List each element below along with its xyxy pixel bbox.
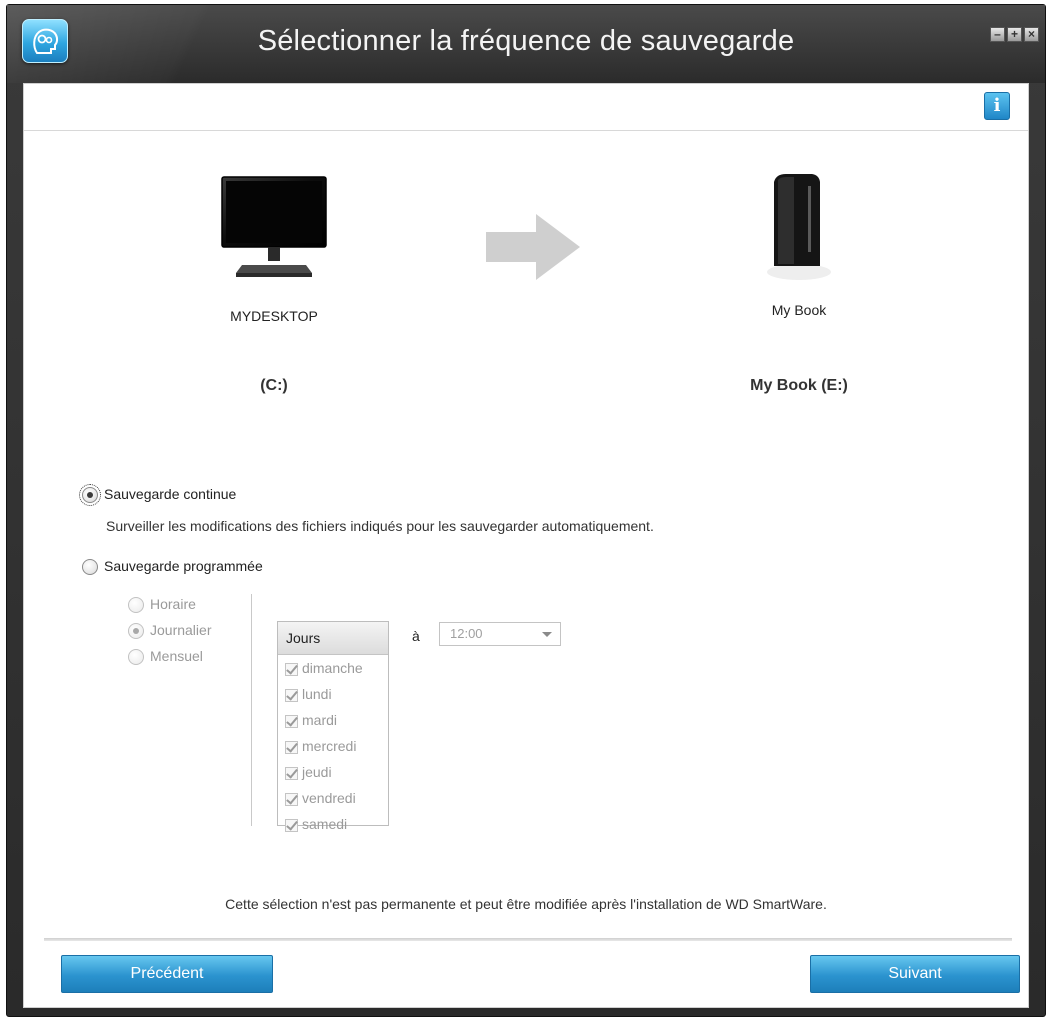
day-checkbox-friday[interactable]: vendredi bbox=[278, 785, 388, 811]
time-select[interactable]: 12:00 bbox=[439, 622, 561, 646]
checkbox-checked-icon[interactable] bbox=[285, 740, 298, 754]
footer-note: Cette sélection n'est pas permanente et … bbox=[225, 896, 827, 912]
frequency-daily-label: Journalier bbox=[150, 622, 212, 638]
checkbox-checked-icon[interactable] bbox=[285, 766, 298, 780]
frequency-monthly-radio[interactable] bbox=[128, 649, 144, 666]
days-list-header: Jours bbox=[278, 622, 388, 655]
time-select-value: 12:00 bbox=[450, 626, 483, 641]
window-title: Sélectionner la fréquence de sauvegarde bbox=[257, 25, 795, 57]
dialog-window: Sélectionner la fréquence de sauvegarde … bbox=[6, 4, 1046, 1017]
footer-divider bbox=[44, 938, 1012, 941]
destination-device-name: My Book bbox=[771, 302, 827, 318]
close-icon: × bbox=[1027, 27, 1035, 41]
checkbox-checked-icon[interactable] bbox=[285, 688, 298, 702]
continuous-backup-description: Surveiller les modifications des fichier… bbox=[106, 518, 654, 534]
scheduled-backup-radio[interactable] bbox=[82, 559, 98, 576]
content-panel: i MYDESKTOP (C:) My Book My Book (E:) Sa… bbox=[23, 83, 1029, 1008]
checkbox-checked-icon[interactable] bbox=[285, 792, 298, 806]
day-label: jeudi bbox=[302, 764, 332, 780]
day-label: samedi bbox=[302, 816, 348, 832]
scheduled-backup-label: Sauvegarde programmée bbox=[104, 558, 263, 574]
minimize-icon: – bbox=[994, 27, 1001, 41]
day-checkbox-thursday[interactable]: jeudi bbox=[278, 759, 388, 785]
source-drive-label: (C:) bbox=[260, 377, 288, 394]
day-checkbox-wednesday[interactable]: mercredi bbox=[278, 733, 388, 759]
days-list: Jours dimanche lundi mardi mercredi jeud… bbox=[277, 621, 389, 832]
next-button[interactable]: Suivant bbox=[810, 955, 1020, 993]
day-label: lundi bbox=[302, 686, 332, 702]
checkbox-checked-icon[interactable] bbox=[285, 818, 298, 832]
external-drive-icon bbox=[764, 172, 834, 287]
maximize-icon: + bbox=[1010, 27, 1018, 41]
source-computer-name: MYDESKTOP bbox=[230, 308, 318, 324]
time-prefix-label: à bbox=[412, 628, 420, 644]
day-label: vendredi bbox=[302, 790, 356, 806]
day-label: mardi bbox=[302, 712, 338, 728]
day-checkbox-saturday[interactable]: samedi bbox=[278, 811, 388, 837]
checkbox-checked-icon[interactable] bbox=[285, 662, 298, 676]
frequency-hourly[interactable]: Horaire bbox=[128, 596, 196, 614]
option-continuous-backup[interactable]: Sauvegarde continue bbox=[79, 484, 237, 507]
info-button[interactable]: i bbox=[984, 92, 1010, 120]
continuous-backup-radio[interactable] bbox=[79, 484, 101, 507]
destination-drive-label: My Book (E:) bbox=[750, 377, 848, 394]
window-controls: – + × bbox=[990, 27, 1039, 42]
minimize-button[interactable]: – bbox=[990, 27, 1005, 42]
continuous-backup-label: Sauvegarde continue bbox=[104, 486, 237, 502]
computer-monitor-icon bbox=[220, 175, 330, 285]
header-divider bbox=[24, 130, 1028, 131]
frequency-monthly[interactable]: Mensuel bbox=[128, 648, 203, 666]
option-scheduled-backup[interactable]: Sauvegarde programmée bbox=[82, 558, 263, 576]
title-bar: Sélectionner la fréquence de sauvegarde … bbox=[7, 5, 1045, 83]
frequency-monthly-label: Mensuel bbox=[150, 648, 203, 664]
info-icon: i bbox=[993, 95, 1001, 116]
maximize-button[interactable]: + bbox=[1007, 27, 1022, 42]
close-button[interactable]: × bbox=[1024, 27, 1039, 42]
previous-button[interactable]: Précédent bbox=[61, 955, 273, 993]
day-checkbox-sunday[interactable]: dimanche bbox=[278, 655, 388, 681]
checkbox-checked-icon[interactable] bbox=[285, 714, 298, 728]
day-label: dimanche bbox=[302, 660, 363, 676]
frequency-hourly-label: Horaire bbox=[150, 596, 196, 612]
day-label: mercredi bbox=[302, 738, 357, 754]
frequency-daily[interactable]: Journalier bbox=[128, 622, 212, 640]
frequency-daily-radio[interactable] bbox=[128, 623, 144, 640]
chevron-down-icon bbox=[542, 632, 552, 637]
arrow-right-icon bbox=[484, 212, 594, 282]
frequency-hourly-radio[interactable] bbox=[128, 597, 144, 614]
day-checkbox-monday[interactable]: lundi bbox=[278, 681, 388, 707]
day-checkbox-tuesday[interactable]: mardi bbox=[278, 707, 388, 733]
schedule-divider bbox=[251, 594, 252, 826]
